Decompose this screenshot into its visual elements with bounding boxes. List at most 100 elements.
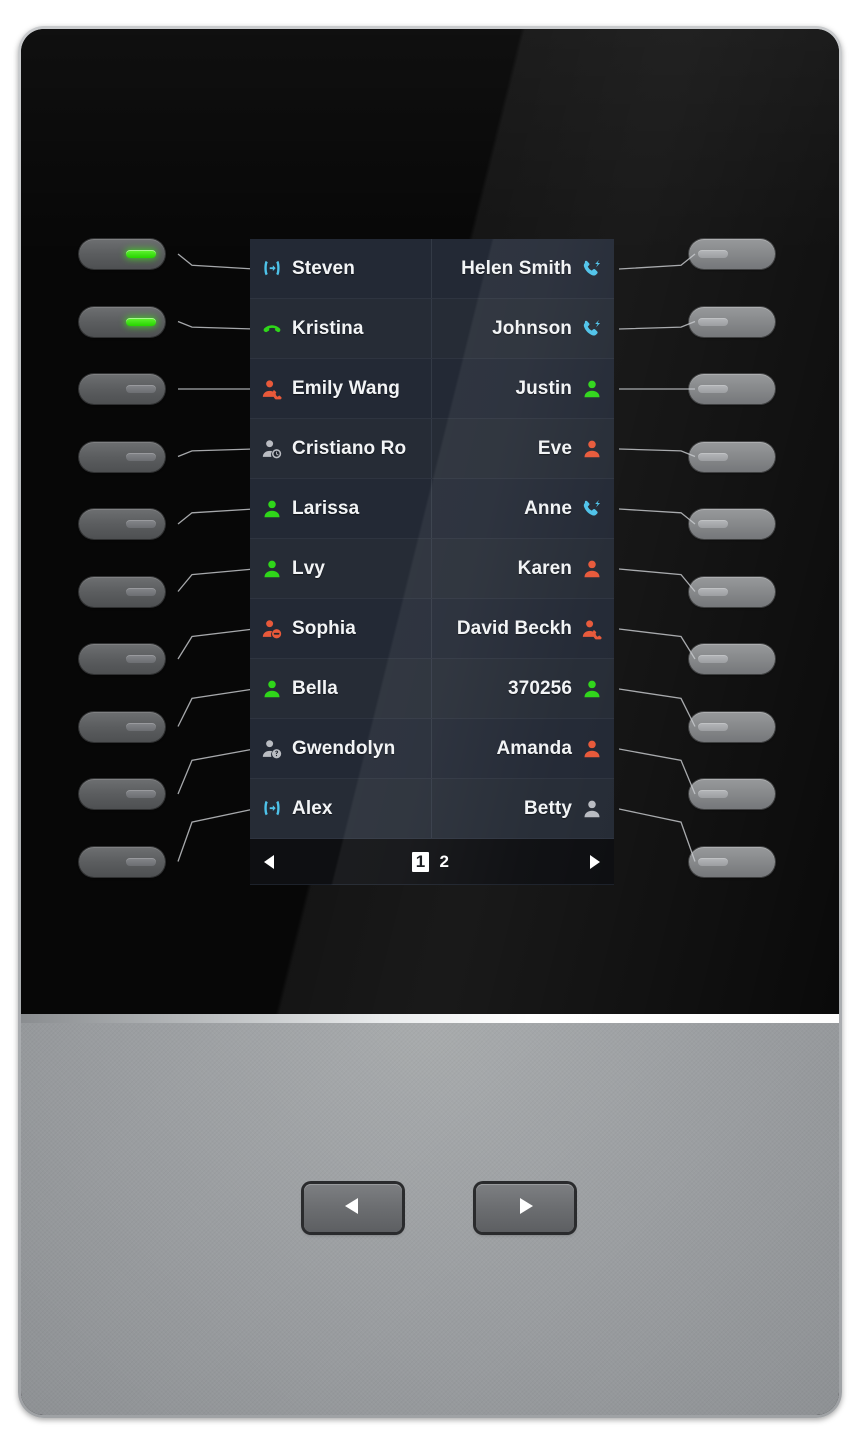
line-key-5[interactable] [79, 509, 165, 539]
contact-label: Larissa [292, 497, 360, 519]
page-next-button[interactable] [476, 1184, 574, 1232]
contact-label: Justin [515, 377, 572, 399]
contact-label: Eve [537, 437, 572, 459]
pager-page-1[interactable]: 1 [411, 851, 430, 872]
call-transfer-icon [261, 258, 283, 280]
user-icon [261, 498, 283, 520]
key-leader-line [619, 748, 696, 795]
silver-divider-strip [21, 1014, 839, 1023]
contact-cell-right[interactable]: David Beckh [432, 599, 614, 658]
key-leader-line [619, 808, 696, 862]
handset-ring-icon [581, 258, 603, 280]
user-icon [581, 798, 603, 820]
led-indicator [126, 857, 156, 866]
led-indicator [126, 722, 156, 731]
contact-cell-left[interactable]: Gwendolyn [250, 719, 432, 778]
glass-face: Steven Helen Smith Kristina Johnson Emily Wa… [21, 29, 839, 1014]
device-inner: Steven Helen Smith Kristina Johnson Emily Wa… [21, 29, 839, 1415]
right-leader-lines [619, 253, 696, 862]
line-key-19[interactable] [689, 779, 775, 809]
contact-cell-right[interactable]: Helen Smith [432, 239, 614, 298]
glass-top-sheen [21, 29, 839, 259]
line-key-1[interactable] [79, 239, 165, 269]
line-key-18[interactable] [689, 711, 775, 742]
led-indicator [126, 790, 156, 798]
line-key-8[interactable] [79, 711, 165, 742]
line-key-6[interactable] [79, 576, 165, 607]
contact-row-list: Steven Helen Smith Kristina Johnson Emily Wa… [250, 239, 614, 839]
contact-label: David Beckh [456, 617, 572, 639]
line-key-20[interactable] [689, 846, 775, 877]
key-leader-line [619, 253, 696, 270]
handset-ring-icon [581, 498, 603, 520]
key-leader-line [619, 628, 696, 660]
contact-cell-right[interactable]: Johnson [432, 299, 614, 358]
contact-label: Karen [517, 557, 572, 579]
line-key-15[interactable] [689, 509, 775, 539]
contact-cell-left[interactable]: Larissa [250, 479, 432, 538]
pager-next-arrow-icon[interactable] [586, 853, 602, 871]
led-indicator [126, 587, 156, 596]
contact-cell-left[interactable]: Cristiano Ro [250, 419, 432, 478]
line-key-3[interactable] [79, 374, 165, 404]
led-indicator [126, 250, 156, 258]
contact-cell-right[interactable]: 370256 [432, 659, 614, 718]
line-key-14[interactable] [689, 441, 775, 472]
key-leader-line [177, 320, 255, 330]
led-indicator [698, 655, 728, 663]
key-leader-line [619, 320, 696, 330]
contact-cell-right[interactable]: Betty [432, 779, 614, 838]
contact-label: 370256 [507, 677, 572, 699]
pager-page-2[interactable]: 2 [436, 852, 452, 871]
line-key-16[interactable] [689, 576, 775, 607]
led-indicator [126, 317, 156, 326]
line-key-12[interactable] [689, 306, 775, 337]
contact-cell-left[interactable]: Emily Wang [250, 359, 432, 418]
line-key-10[interactable] [79, 846, 165, 877]
table-row: Cristiano Ro Eve [250, 419, 614, 479]
lcd-screen: Steven Helen Smith Kristina Johnson Emily Wa… [250, 239, 614, 885]
contact-cell-right[interactable]: Anne [432, 479, 614, 538]
table-row: Bella 370256 [250, 659, 614, 719]
contact-cell-right[interactable]: Justin [432, 359, 614, 418]
led-indicator [126, 520, 156, 528]
contact-cell-right[interactable]: Karen [432, 539, 614, 598]
key-leader-line [177, 448, 255, 458]
contact-label: Betty [523, 797, 572, 819]
contact-cell-left[interactable]: Lvy [250, 539, 432, 598]
contact-cell-left[interactable]: Steven [250, 239, 432, 298]
line-key-11[interactable] [689, 239, 775, 269]
contact-cell-left[interactable]: Bella [250, 659, 432, 718]
line-key-13[interactable] [689, 374, 775, 404]
line-key-7[interactable] [79, 644, 165, 674]
table-row: Sophia David Beckh [250, 599, 614, 659]
table-row: Alex Betty [250, 779, 614, 839]
contact-label: Alex [292, 797, 333, 819]
contact-cell-left[interactable]: Alex [250, 779, 432, 838]
user-icon [581, 558, 603, 580]
contact-cell-left[interactable]: Sophia [250, 599, 432, 658]
led-indicator [126, 655, 156, 663]
user-icon [581, 438, 603, 460]
line-key-2[interactable] [79, 306, 165, 337]
pager-prev-arrow-icon[interactable] [262, 853, 278, 871]
contact-label: Kristina [292, 317, 364, 339]
line-key-4[interactable] [79, 441, 165, 472]
key-leader-line [619, 568, 696, 592]
led-indicator [698, 250, 728, 258]
table-row: Kristina Johnson [250, 299, 614, 359]
line-key-17[interactable] [689, 644, 775, 674]
contact-label: Amanda [496, 737, 572, 759]
line-key-9[interactable] [79, 779, 165, 809]
user-busy-icon [581, 618, 603, 640]
contact-cell-right[interactable]: Amanda [432, 719, 614, 778]
contact-cell-right[interactable]: Eve [432, 419, 614, 478]
lower-body-panel [21, 1023, 839, 1415]
contact-label: Lvy [292, 557, 326, 579]
page-previous-button[interactable] [304, 1184, 402, 1232]
contact-cell-left[interactable]: Kristina [250, 299, 432, 358]
key-leader-line [177, 508, 255, 525]
led-indicator [698, 317, 728, 326]
key-leader-line [177, 688, 255, 727]
user-dnd-icon [261, 618, 283, 640]
